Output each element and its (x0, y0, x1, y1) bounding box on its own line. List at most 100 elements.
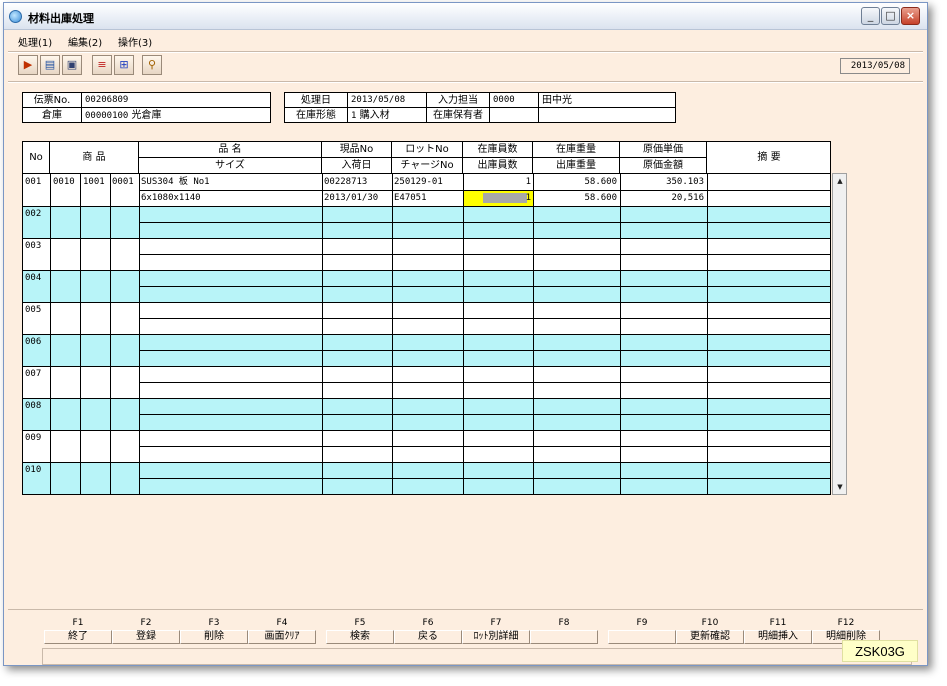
grid-line (23, 206, 830, 207)
col-charge-header: チャージNo (392, 158, 463, 174)
col-zaiko-su-header: 在庫員数 (463, 142, 533, 158)
grid-line (23, 430, 830, 431)
grid-line (139, 478, 830, 479)
col-genpin-header: 現品No (322, 142, 392, 158)
charge-cell: E47051 (394, 193, 427, 203)
scroll-up-icon[interactable]: ▲ (834, 175, 846, 187)
keitai-field[interactable]: 1 購入材 (347, 107, 427, 123)
maximize-button[interactable]: □ (881, 7, 900, 25)
grid-line (139, 318, 830, 319)
col-tekiyo-header: 摘 要 (707, 142, 830, 174)
soko-code: 00000100 (85, 111, 129, 121)
row-no: 002 (25, 209, 42, 219)
shoribi-field[interactable]: 2013/05/08 (347, 92, 427, 108)
grid-line (139, 414, 830, 415)
col-lot-header: ロットNo (392, 142, 463, 158)
shohin-code-2[interactable]: 1001 (83, 175, 105, 190)
system-date: 2013/05/08 (840, 58, 910, 74)
book-icon[interactable]: ▤ (40, 55, 60, 75)
shukko-su-input[interactable]: 1 (465, 191, 531, 206)
row-no: 010 (25, 465, 42, 475)
app-icon (9, 10, 22, 23)
detail-grid: No 商 品 品 名 サイズ 現品No 入荷日 ロットNo チャージNo 在庫員… (22, 141, 831, 495)
scroll-down-icon[interactable]: ▼ (834, 481, 846, 493)
close-button[interactable]: × (901, 7, 920, 25)
minimize-button[interactable]: _ (861, 7, 880, 25)
soko-field[interactable]: 00000100 光倉庫 (81, 107, 271, 123)
fkey-label: F12 (837, 618, 855, 628)
status-bar (42, 648, 912, 665)
search-icon[interactable]: ⚲ (142, 55, 162, 75)
shukko-ju-cell[interactable]: 58.600 (535, 191, 617, 206)
window-title: 材料出庫処理 (28, 12, 94, 25)
fkey-label: F2 (140, 618, 152, 628)
menu-sosa[interactable]: 操作(3) (118, 34, 152, 49)
grid-line (80, 174, 81, 494)
hoyu-label: 在庫保有者 (426, 107, 490, 123)
grid-line (139, 446, 830, 447)
grid-line (23, 398, 830, 399)
f7-button[interactable]: ﾛｯﾄ別詳細 (462, 630, 530, 644)
col-zaiko-ju-header: 在庫重量 (533, 142, 620, 158)
f11-button[interactable]: 明細挿入 (744, 630, 812, 644)
fkey-label: F11 (769, 618, 787, 628)
nyukabi-cell: 2013/01/30 (324, 193, 379, 203)
col-shukko-su-header: 出庫員数 (463, 158, 533, 174)
soko-label: 倉庫 (22, 107, 82, 123)
grid-line (139, 350, 830, 351)
layout-icon[interactable]: ⊞ (114, 55, 134, 75)
fkey-label: F7 (490, 618, 502, 628)
row-no: 008 (25, 401, 42, 411)
col-kingaku-header: 原価金額 (620, 158, 707, 174)
menu-shori[interactable]: 処理(1) (18, 34, 52, 49)
vertical-scrollbar[interactable]: ▲ ▼ (832, 173, 847, 495)
col-no-header: No (23, 142, 50, 174)
hoyu-code[interactable] (489, 107, 539, 123)
fkey-label: F1 (72, 618, 84, 628)
col-tanka-header: 原価単価 (620, 142, 707, 158)
grid-line (707, 174, 708, 494)
denpyo-label: 伝票No. (22, 92, 82, 108)
genpin-cell[interactable]: 00228713 (324, 175, 367, 190)
menu-henshu[interactable]: 編集(2) (68, 34, 102, 49)
grid-line (139, 382, 830, 383)
split-icon[interactable]: ≡ (92, 55, 112, 75)
grid-line (533, 174, 534, 494)
grid-line (392, 174, 393, 494)
grid-line (322, 174, 323, 494)
grid-line (139, 286, 830, 287)
grid-line (23, 334, 830, 335)
tanto-code[interactable]: 0000 (489, 92, 539, 108)
keitai-name: 購入材 (359, 110, 390, 121)
tanka-cell: 350.103 (666, 177, 704, 187)
f6-button[interactable]: 戻る (394, 630, 462, 644)
shohin-code-3[interactable]: 0001 (112, 175, 134, 190)
f4-button[interactable]: 画面ｸﾘｱ (248, 630, 316, 644)
f3-button[interactable]: 削除 (180, 630, 248, 644)
row-no: 006 (25, 337, 42, 347)
soko-name: 光倉庫 (131, 110, 162, 121)
f8-button[interactable] (530, 630, 598, 644)
function-key-bar: F1 終了 F2 登録 F3 削除 F4 画面ｸﾘｱ F5 検索 F6 戻る F… (8, 609, 923, 667)
grid-line (463, 174, 464, 494)
f1-button[interactable]: 終了 (44, 630, 112, 644)
shoribi-label: 処理日 (284, 92, 348, 108)
row-no: 007 (25, 369, 42, 379)
grid-line (23, 238, 830, 239)
fkey-label: F3 (208, 618, 220, 628)
save-icon[interactable]: ▣ (62, 55, 82, 75)
f5-button[interactable]: 検索 (326, 630, 394, 644)
grid-line (50, 174, 51, 494)
grid-line (23, 366, 830, 367)
keitai-code: 1 (351, 111, 357, 121)
f2-button[interactable]: 登録 (112, 630, 180, 644)
fkey-label: F5 (354, 618, 366, 628)
fkey-label: F9 (636, 618, 648, 628)
f9-button[interactable] (608, 630, 676, 644)
f10-button[interactable]: 更新確認 (676, 630, 744, 644)
fkey-label: F10 (701, 618, 719, 628)
denpyo-field[interactable]: 00206809 (81, 92, 271, 108)
row-no: 003 (25, 241, 42, 251)
shohin-code-1[interactable]: 0010 (53, 175, 75, 190)
exit-icon[interactable]: ▶ (18, 55, 38, 75)
